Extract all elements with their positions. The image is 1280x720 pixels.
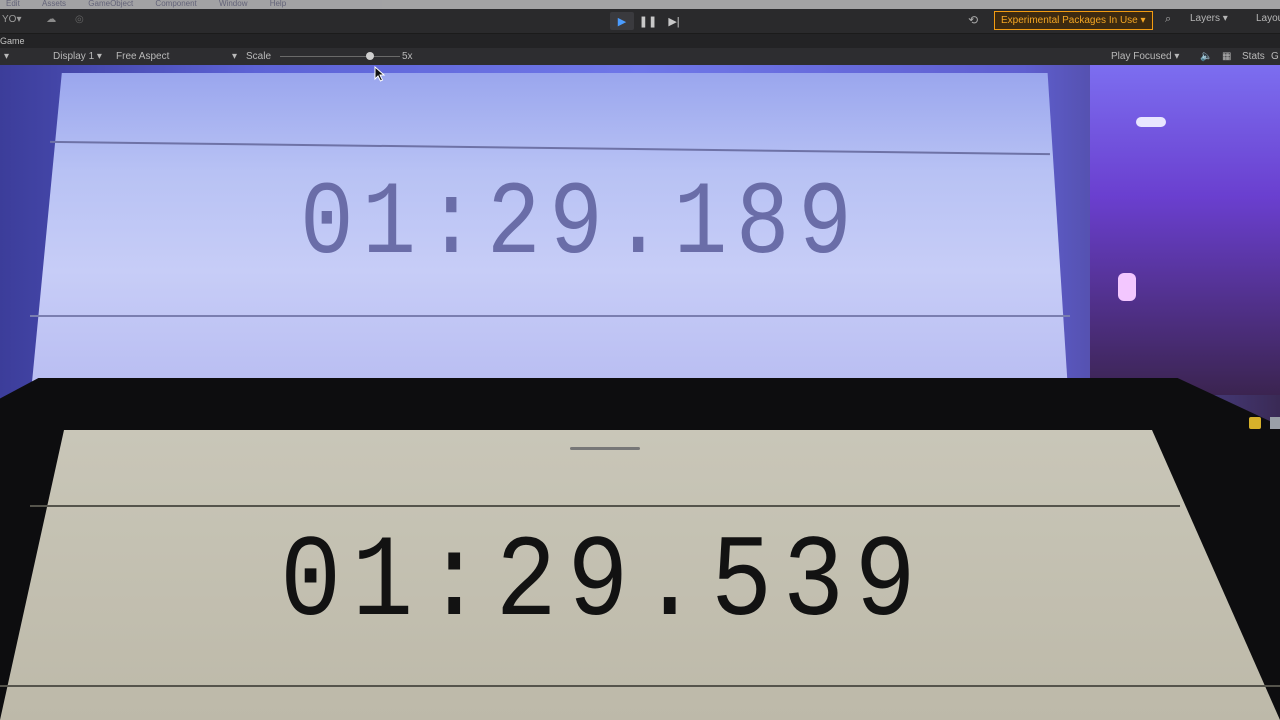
account-dropdown[interactable]: YO: [2, 14, 16, 25]
speaker-icon[interactable]: 🔈: [1200, 48, 1212, 65]
layers-label: Layers: [1190, 13, 1221, 24]
aspect-label: Free Aspect: [116, 51, 170, 62]
grid-icon[interactable]: ▦: [1222, 48, 1231, 65]
divider: [0, 685, 1280, 687]
ipad-camera: [570, 447, 640, 450]
chevron-down-icon: ▾: [16, 14, 22, 25]
layout-dropdown[interactable]: Layou: [1256, 13, 1280, 24]
divider: [30, 315, 1070, 317]
stats-button[interactable]: Stats: [1242, 48, 1265, 65]
game-panel-header: Game: [0, 34, 1280, 48]
game-view-toolbar: ▾ Display 1 ▾ Free Aspect ▾ Scale 5x Pla…: [0, 48, 1280, 65]
chevron-down-icon: ▾: [232, 51, 238, 62]
main-toolbar: YO▾ ☁ ◎ ▶ ❚❚ ▶| ⟲ Experimental Packages …: [0, 9, 1280, 34]
lock-icon[interactable]: [1249, 417, 1261, 429]
ipad-timer: 01:29.539: [280, 517, 927, 649]
menu-item-component[interactable]: Component: [155, 0, 196, 8]
play-focused-dropdown[interactable]: Play Focused ▾: [1111, 48, 1179, 65]
layers-dropdown[interactable]: Layers ▾: [1190, 13, 1228, 24]
play-icon: ▶: [617, 15, 627, 28]
play-button[interactable]: ▶: [610, 12, 634, 30]
light-source: [1118, 273, 1136, 301]
menu-item-assets[interactable]: Assets: [42, 0, 66, 8]
menu-item-help[interactable]: Help: [270, 0, 286, 8]
divider: [30, 505, 1180, 507]
scale-slider-track[interactable]: [280, 56, 400, 57]
menu-item-gameobject[interactable]: GameObject: [88, 0, 133, 8]
pause-button[interactable]: ❚❚: [636, 12, 660, 30]
play-focused-label: Play Focused: [1111, 51, 1172, 62]
cloud-icon[interactable]: ☁: [46, 14, 56, 25]
tab-game[interactable]: Game: [0, 36, 25, 46]
play-controls: ▶ ❚❚ ▶|: [610, 12, 686, 30]
menu-icon[interactable]: [1270, 417, 1280, 429]
light-source: [1136, 117, 1166, 127]
gizmos-button[interactable]: G: [1271, 48, 1279, 65]
pause-icon: ❚❚: [638, 15, 658, 28]
display-label: Display 1: [53, 51, 95, 62]
step-icon: ▶|: [668, 15, 680, 28]
display-dropdown[interactable]: Display 1 ▾: [53, 48, 102, 65]
menu-item-window[interactable]: Window: [219, 0, 247, 8]
chevron-down-icon[interactable]: ▾: [4, 48, 9, 65]
scale-value: 5x: [402, 51, 413, 62]
game-view[interactable]: 01:29.189 01:29.539: [0, 65, 1280, 720]
scale-label: Scale: [246, 51, 272, 62]
scale-slider-handle[interactable]: [366, 52, 374, 60]
search-icon[interactable]: ⌕: [1165, 13, 1171, 26]
undo-history-icon[interactable]: ⟲: [968, 13, 978, 27]
collab-icon[interactable]: ◎: [75, 14, 84, 25]
aspect-dropdown[interactable]: Free Aspect: [116, 48, 169, 65]
step-button[interactable]: ▶|: [662, 12, 686, 30]
menu-bar: Edit Assets GameObject Component Window …: [0, 0, 1280, 9]
monitor-timer: 01:29.189: [300, 166, 861, 284]
background-glow: [1090, 65, 1280, 395]
mouse-cursor-icon: [374, 66, 386, 82]
menu-item-edit[interactable]: Edit: [6, 0, 20, 8]
experimental-packages-button[interactable]: Experimental Packages In Use ▾: [994, 11, 1153, 30]
